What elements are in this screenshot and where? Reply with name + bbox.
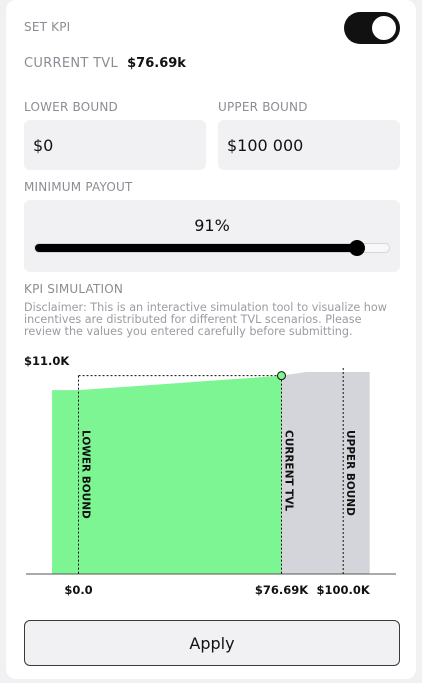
current-tvl-value: $76.69k <box>127 56 186 71</box>
x-tick-label-1: $76.69K <box>255 583 309 597</box>
slider-fill <box>35 244 358 252</box>
minimum-payout-box: 91% <box>24 200 400 272</box>
lower-bound-input[interactable] <box>24 120 206 170</box>
slider-thumb[interactable] <box>349 240 366 256</box>
minimum-payout-label: MINIMUM PAYOUT <box>24 180 133 194</box>
x-tick-label-0: $0.0 <box>64 583 92 597</box>
apply-button[interactable]: Apply <box>24 620 400 666</box>
upper-bound-input[interactable] <box>218 120 400 170</box>
toggle-knob <box>372 16 396 40</box>
set-kpi-toggle[interactable] <box>344 12 400 44</box>
current-tvl-label: CURRENT TVL <box>24 56 119 71</box>
x-tick-label-2: $100.0K <box>317 583 371 597</box>
marker-label-1: CURRENT TVL <box>283 430 295 511</box>
lower-bound-label: LOWER BOUND <box>24 100 118 114</box>
disclaimer-text: Disclaimer: This is an interactive simul… <box>24 301 387 338</box>
current-tvl-row: CURRENT TVL $76.69k <box>24 52 186 71</box>
y-max-label: $11.0K <box>24 354 70 368</box>
set-kpi-label: SET KPI <box>24 20 71 34</box>
kpi-simulation-chart: $11.0K $0.0 $76.69K $100.0K LOWER BOUND CURRE… <box>24 354 396 597</box>
kpi-simulation-label: KPI SIMULATION <box>24 282 124 296</box>
marker-label-0: LOWER BOUND <box>80 430 92 519</box>
minimum-payout-slider[interactable] <box>34 240 390 256</box>
upper-bound-label: UPPER BOUND <box>218 100 308 114</box>
current-tvl-point <box>277 371 286 381</box>
minimum-payout-value: 91% <box>194 216 230 235</box>
marker-label-2: UPPER BOUND <box>344 430 356 516</box>
